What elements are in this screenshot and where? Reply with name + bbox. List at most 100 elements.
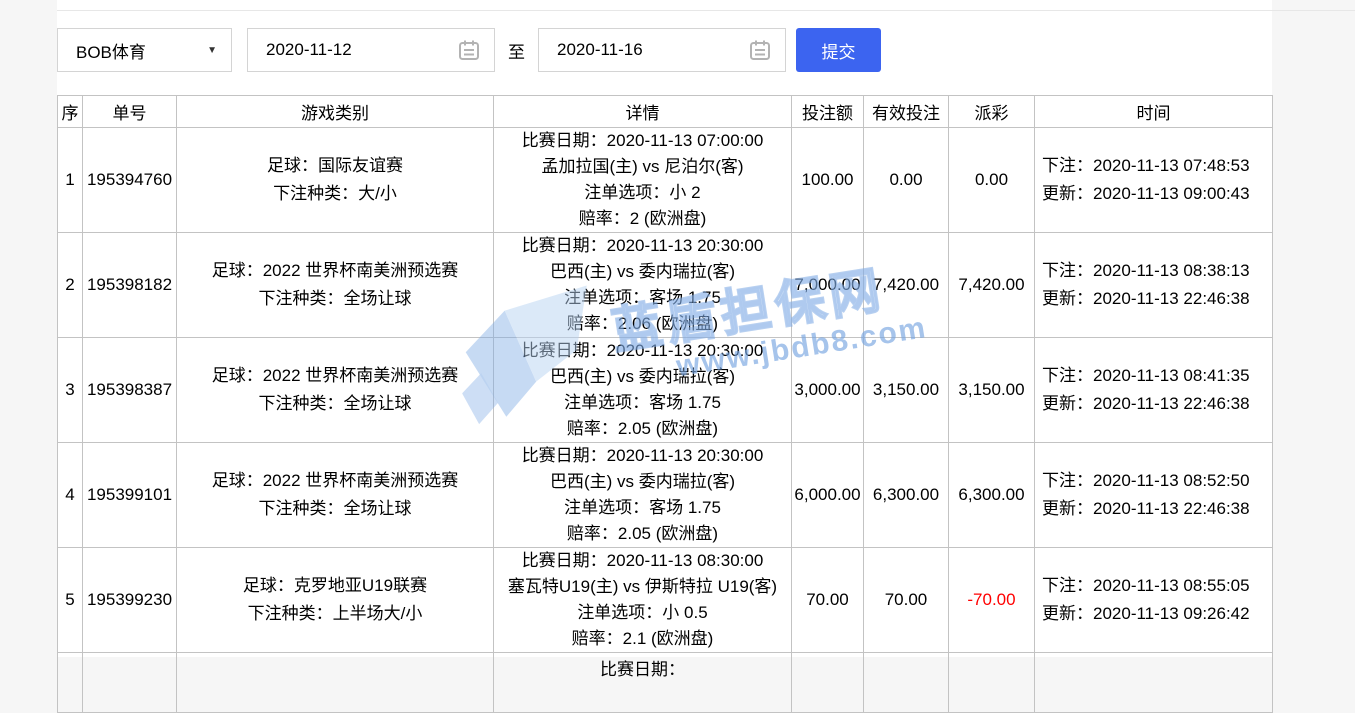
time-line: 更新：2020-11-13 09:00:43 (1042, 180, 1272, 208)
detail-line: 比赛日期：2020-11-13 07:00:00 (494, 128, 791, 154)
detail-line: 比赛日期：2020-11-13 08:30:00 (494, 548, 791, 574)
order-number: 195394760 (83, 128, 177, 233)
detail-line: 赔率：2.1 (欧洲盘) (494, 626, 791, 652)
detail-cell: 比赛日期：2020-11-13 20:30:00 巴西(主) vs 委内瑞拉(客… (494, 443, 792, 548)
top-divider (57, 10, 1355, 11)
bet-amount: 70.00 (792, 548, 864, 653)
detail-line: 赔率：2 (欧洲盘) (494, 206, 791, 232)
detail-line: 巴西(主) vs 委内瑞拉(客) (494, 469, 791, 495)
detail-line: 注单选项：客场 1.75 (494, 285, 791, 311)
category-line: 足球：国际友谊赛 (177, 152, 493, 180)
col-header-category: 游戏类别 (177, 96, 494, 128)
date-to-input[interactable]: 2020-11-16 (538, 28, 786, 72)
table-row: 1 195394760 足球：国际友谊赛 下注种类：大/小 比赛日期：2020-… (58, 128, 1273, 233)
payout-value (949, 653, 1035, 713)
row-index: 3 (58, 338, 83, 443)
detail-line: 赔率：2.06 (欧洲盘) (494, 311, 791, 337)
date-from-input[interactable]: 2020-11-12 (247, 28, 495, 72)
table-row: 2 195398182 足球：2022 世界杯南美洲预选赛 下注种类：全场让球 … (58, 233, 1273, 338)
valid-bet: 6,300.00 (864, 443, 949, 548)
row-index: 5 (58, 548, 83, 653)
game-category-cell: 足球：国际友谊赛 下注种类：大/小 (177, 128, 494, 233)
time-line: 下注：2020-11-13 07:48:53 (1042, 152, 1272, 180)
time-cell: 下注：2020-11-13 08:55:05 更新：2020-11-13 09:… (1035, 548, 1273, 653)
submit-button[interactable]: 提交 (796, 28, 881, 72)
detail-line: 比赛日期：2020-11-13 20:30:00 (494, 233, 791, 259)
col-header-payout: 派彩 (949, 96, 1035, 128)
time-line: 下注：2020-11-13 08:41:35 (1042, 362, 1272, 390)
time-line: 下注：2020-11-13 08:55:05 (1042, 572, 1272, 600)
table-row: 3 195398387 足球：2022 世界杯南美洲预选赛 下注种类：全场让球 … (58, 338, 1273, 443)
row-index (58, 653, 83, 713)
game-category-cell: 足球：2022 世界杯南美洲预选赛 下注种类：全场让球 (177, 233, 494, 338)
calendar-icon[interactable] (458, 39, 480, 61)
time-cell (1035, 653, 1273, 713)
date-from-value: 2020-11-12 (266, 40, 352, 60)
valid-bet: 70.00 (864, 548, 949, 653)
detail-line: 注单选项：小 0.5 (494, 600, 791, 626)
game-select-value: BOB体育 (76, 38, 146, 63)
detail-line: 比赛日期：2020-11-13 20:30:00 (494, 443, 791, 469)
category-line: 足球：2022 世界杯南美洲预选赛 (177, 467, 493, 495)
detail-line: 巴西(主) vs 委内瑞拉(客) (494, 259, 791, 285)
col-header-detail: 详情 (494, 96, 792, 128)
order-number: 195398387 (83, 338, 177, 443)
table-row: 4 195399101 足球：2022 世界杯南美洲预选赛 下注种类：全场让球 … (58, 443, 1273, 548)
col-header-bet-amount: 投注额 (792, 96, 864, 128)
game-category-cell: 足球：克罗地亚U19联赛 下注种类：上半场大/小 (177, 548, 494, 653)
time-line: 下注：2020-11-13 08:52:50 (1042, 467, 1272, 495)
payout-value: 7,420.00 (949, 233, 1035, 338)
col-header-valid-bet: 有效投注 (864, 96, 949, 128)
payout-value: 0.00 (949, 128, 1035, 233)
date-to-value: 2020-11-16 (557, 40, 643, 60)
detail-line: 比赛日期：2020-11-13 20:30:00 (494, 338, 791, 364)
order-number: 195399230 (83, 548, 177, 653)
category-line: 足球：2022 世界杯南美洲预选赛 (177, 257, 493, 285)
to-label: 至 (508, 38, 525, 63)
detail-cell: 比赛日期： (494, 653, 792, 713)
bet-amount: 6,000.00 (792, 443, 864, 548)
category-line: 下注种类：全场让球 (177, 390, 493, 418)
bet-amount: 100.00 (792, 128, 864, 233)
detail-line: 孟加拉国(主) vs 尼泊尔(客) (494, 154, 791, 180)
col-header-order-no: 单号 (83, 96, 177, 128)
detail-cell: 比赛日期：2020-11-13 20:30:00 巴西(主) vs 委内瑞拉(客… (494, 233, 792, 338)
valid-bet: 0.00 (864, 128, 949, 233)
category-line: 下注种类：上半场大/小 (177, 600, 493, 628)
time-cell: 下注：2020-11-13 08:52:50 更新：2020-11-13 22:… (1035, 443, 1273, 548)
detail-line: 注单选项：小 2 (494, 180, 791, 206)
time-line: 下注：2020-11-13 08:38:13 (1042, 257, 1272, 285)
time-cell: 下注：2020-11-13 07:48:53 更新：2020-11-13 09:… (1035, 128, 1273, 233)
table-row: 5 195399230 足球：克罗地亚U19联赛 下注种类：上半场大/小 比赛日… (58, 548, 1273, 653)
payout-value: 6,300.00 (949, 443, 1035, 548)
order-number: 195398182 (83, 233, 177, 338)
category-line: 足球：克罗地亚U19联赛 (177, 572, 493, 600)
category-line: 足球：2022 世界杯南美洲预选赛 (177, 362, 493, 390)
order-number: 195399101 (83, 443, 177, 548)
time-line: 更新：2020-11-13 22:46:38 (1042, 285, 1272, 313)
detail-line: 注单选项：客场 1.75 (494, 390, 791, 416)
detail-cell: 比赛日期：2020-11-13 08:30:00 塞瓦特U19(主) vs 伊斯… (494, 548, 792, 653)
game-category-cell (177, 653, 494, 713)
game-select[interactable]: BOB体育 ▼ (57, 28, 232, 72)
valid-bet (864, 653, 949, 713)
detail-line: 塞瓦特U19(主) vs 伊斯特拉 U19(客) (494, 574, 791, 600)
time-cell: 下注：2020-11-13 08:38:13 更新：2020-11-13 22:… (1035, 233, 1273, 338)
bet-amount: 3,000.00 (792, 338, 864, 443)
game-category-cell: 足球：2022 世界杯南美洲预选赛 下注种类：全场让球 (177, 338, 494, 443)
calendar-icon[interactable] (749, 39, 771, 61)
bet-records-table: 序 单号 游戏类别 详情 投注额 有效投注 派彩 时间 1 195394760 … (57, 95, 1273, 713)
bet-amount: 7,000.00 (792, 233, 864, 338)
game-category-cell: 足球：2022 世界杯南美洲预选赛 下注种类：全场让球 (177, 443, 494, 548)
time-line: 更新：2020-11-13 22:46:38 (1042, 390, 1272, 418)
time-cell: 下注：2020-11-13 08:41:35 更新：2020-11-13 22:… (1035, 338, 1273, 443)
order-number (83, 653, 177, 713)
table-row-partial: 比赛日期： (58, 653, 1273, 713)
valid-bet: 3,150.00 (864, 338, 949, 443)
detail-line: 注单选项：客场 1.75 (494, 495, 791, 521)
row-index: 4 (58, 443, 83, 548)
category-line: 下注种类：大/小 (177, 180, 493, 208)
filter-bar: BOB体育 ▼ 2020-11-12 至 2020-11-16 (57, 28, 881, 72)
category-line: 下注种类：全场让球 (177, 285, 493, 313)
detail-line: 巴西(主) vs 委内瑞拉(客) (494, 364, 791, 390)
